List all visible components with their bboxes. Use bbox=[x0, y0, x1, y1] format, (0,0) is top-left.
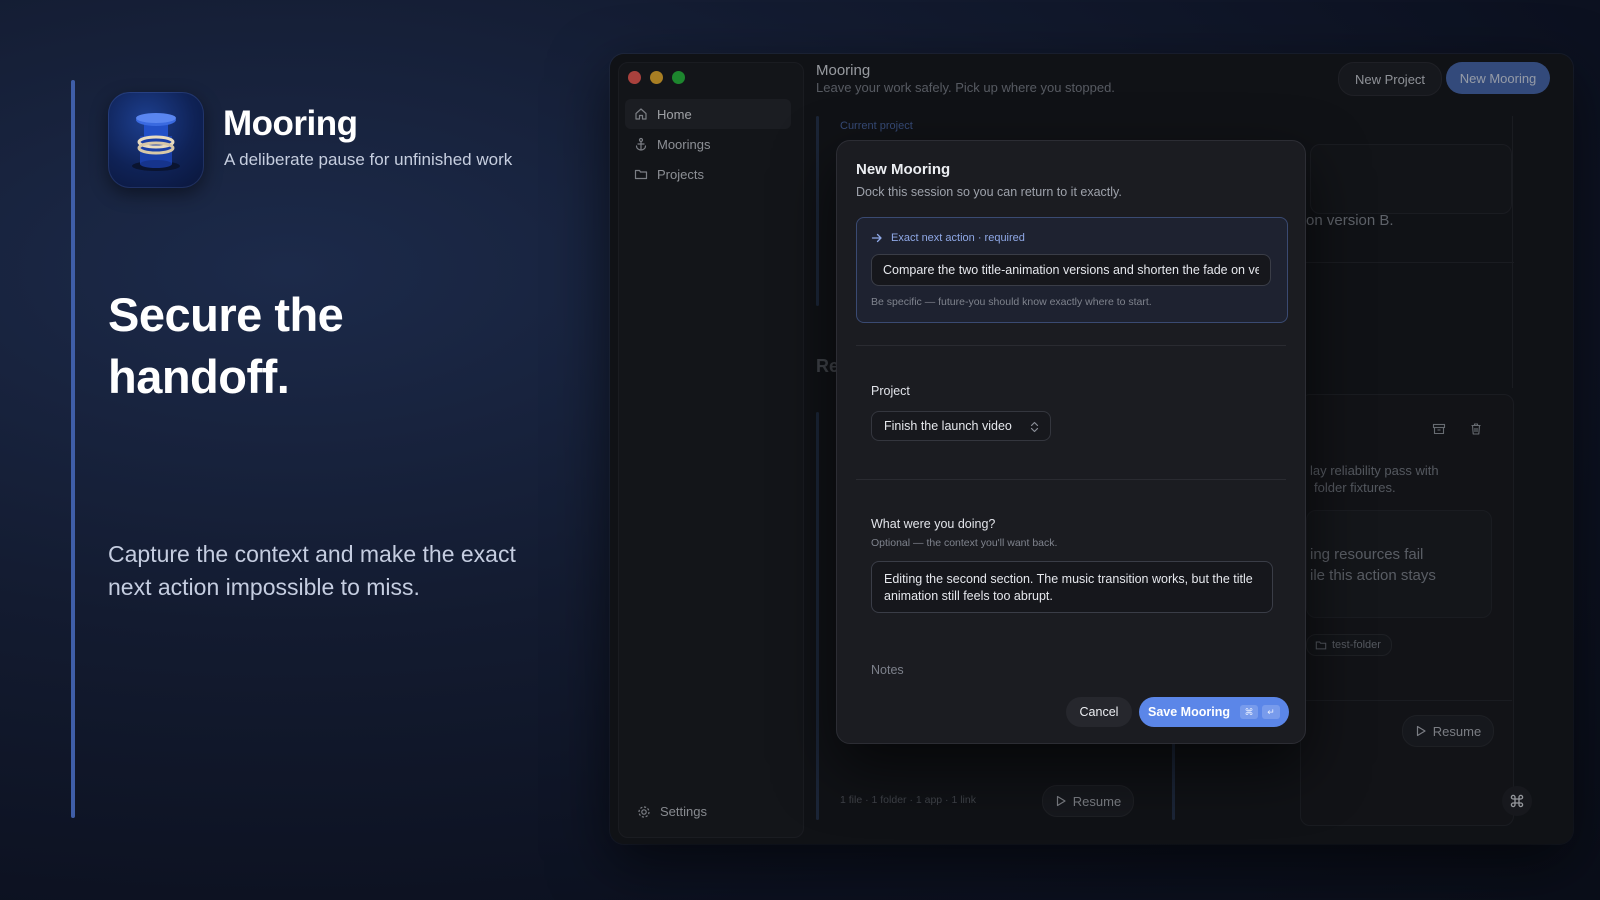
card-partial-text: lay reliability pass with folder fixture… bbox=[1310, 462, 1439, 496]
shortcut-cmd-key: ⌘ bbox=[1239, 705, 1258, 719]
home-icon bbox=[635, 108, 647, 120]
next-action-section: Exact next action · required Be specific… bbox=[856, 217, 1288, 323]
next-action-hint: Be specific — future-you should know exa… bbox=[871, 296, 1152, 308]
project-select[interactable]: Finish the launch video bbox=[871, 411, 1051, 441]
card-partial-text: on version B. bbox=[1306, 212, 1394, 229]
tag-chip[interactable]: test-folder bbox=[1306, 634, 1392, 656]
save-mooring-button[interactable]: Save Mooring ⌘ ↵ bbox=[1139, 697, 1289, 727]
page-title: Mooring bbox=[816, 62, 871, 79]
doing-label: What were you doing? bbox=[871, 517, 996, 531]
sidebar-item-moorings[interactable]: Moorings bbox=[625, 129, 791, 159]
page-subtitle: Leave your work safely. Pick up where yo… bbox=[816, 80, 1115, 95]
bollard-icon bbox=[132, 113, 180, 171]
archive-icon[interactable] bbox=[1432, 422, 1446, 436]
resume-label: Resume bbox=[1432, 723, 1482, 739]
trash-icon[interactable] bbox=[1469, 422, 1483, 436]
sidebar-item-home[interactable]: Home bbox=[625, 99, 791, 129]
play-icon bbox=[1416, 725, 1426, 737]
cancel-button[interactable]: Cancel bbox=[1066, 697, 1132, 727]
new-project-button[interactable]: New Project bbox=[1338, 62, 1442, 96]
notes-label: Notes bbox=[871, 663, 904, 677]
zoom-window-button[interactable] bbox=[672, 71, 685, 84]
hero-description: Capture the context and make the exact n… bbox=[108, 541, 516, 600]
project-select-value: Finish the launch video bbox=[884, 419, 1012, 433]
anchor-icon bbox=[635, 137, 647, 151]
play-icon bbox=[1056, 795, 1066, 807]
command-button[interactable] bbox=[1502, 786, 1532, 816]
dialog-title: New Mooring bbox=[856, 161, 951, 178]
accent-bar bbox=[71, 80, 75, 818]
app-window: Home Moorings Projects Settings Mooring … bbox=[610, 54, 1573, 844]
command-icon bbox=[1510, 794, 1524, 808]
divider bbox=[856, 345, 1286, 346]
resume-label: Resume bbox=[1072, 793, 1122, 809]
tag-label: test-folder bbox=[1332, 639, 1381, 651]
folder-icon bbox=[1315, 641, 1327, 650]
settings-label: Settings bbox=[660, 804, 707, 819]
gear-icon bbox=[638, 805, 650, 818]
card-partial-line: lay reliability pass with bbox=[1310, 463, 1439, 478]
app-tagline: A deliberate pause for unfinished work bbox=[224, 150, 513, 169]
divider bbox=[1512, 116, 1513, 388]
save-button-label: Save Mooring bbox=[1148, 705, 1230, 719]
next-action-label: Exact next action · required bbox=[871, 232, 1025, 244]
divider bbox=[856, 479, 1286, 480]
headline-line-2: handoff. bbox=[108, 350, 290, 403]
doing-hint: Optional — the context you'll want back. bbox=[871, 537, 1058, 549]
resume-button[interactable]: Resume bbox=[1402, 715, 1494, 747]
next-action-input[interactable] bbox=[871, 254, 1271, 286]
sidebar-item-label: Home bbox=[657, 106, 692, 122]
arrow-right-icon bbox=[871, 233, 882, 243]
sidebar-item-label: Projects bbox=[657, 166, 704, 182]
card-partial-line: folder fixtures. bbox=[1314, 480, 1396, 495]
app-icon bbox=[108, 92, 204, 188]
doing-textarea[interactable]: Editing the second section. The music tr… bbox=[871, 561, 1273, 613]
next-action-label-text: Exact next action · required bbox=[891, 232, 1025, 244]
card-partial-line: ing resources fail bbox=[1310, 546, 1424, 563]
dialog-subtitle: Dock this session so you can return to i… bbox=[856, 185, 1122, 199]
resume-button[interactable]: Resume bbox=[1042, 785, 1134, 817]
card-partial-text: ing resources fail ile this action stays bbox=[1310, 544, 1436, 586]
card-partial-line: ile this action stays bbox=[1310, 567, 1436, 584]
new-mooring-dialog: New Mooring Dock this session so you can… bbox=[836, 140, 1306, 744]
current-project-card bbox=[1310, 144, 1512, 214]
current-project-label: Current project bbox=[840, 120, 913, 132]
minimize-window-button[interactable] bbox=[650, 71, 663, 84]
shortcut-enter-key: ↵ bbox=[1261, 705, 1280, 719]
current-project-accent bbox=[816, 116, 819, 306]
app-name: Mooring bbox=[223, 104, 358, 143]
project-label: Project bbox=[871, 384, 910, 398]
new-mooring-button[interactable]: New Mooring bbox=[1446, 62, 1550, 94]
headline: Secure the handoff. bbox=[108, 284, 344, 408]
sidebar: Home Moorings Projects Settings bbox=[618, 62, 804, 838]
chevron-updown-icon bbox=[1030, 421, 1039, 433]
close-window-button[interactable] bbox=[628, 71, 641, 84]
headline-line-1: Secure the bbox=[108, 288, 344, 341]
sidebar-item-label: Moorings bbox=[657, 136, 711, 152]
sidebar-item-settings[interactable]: Settings bbox=[637, 804, 707, 819]
attachment-meta: 1 file · 1 folder · 1 app · 1 link bbox=[840, 794, 976, 806]
resume-accent bbox=[816, 412, 819, 820]
folder-icon bbox=[634, 169, 648, 180]
divider bbox=[1304, 262, 1514, 263]
sidebar-item-projects[interactable]: Projects bbox=[625, 159, 791, 189]
divider bbox=[1306, 700, 1512, 701]
